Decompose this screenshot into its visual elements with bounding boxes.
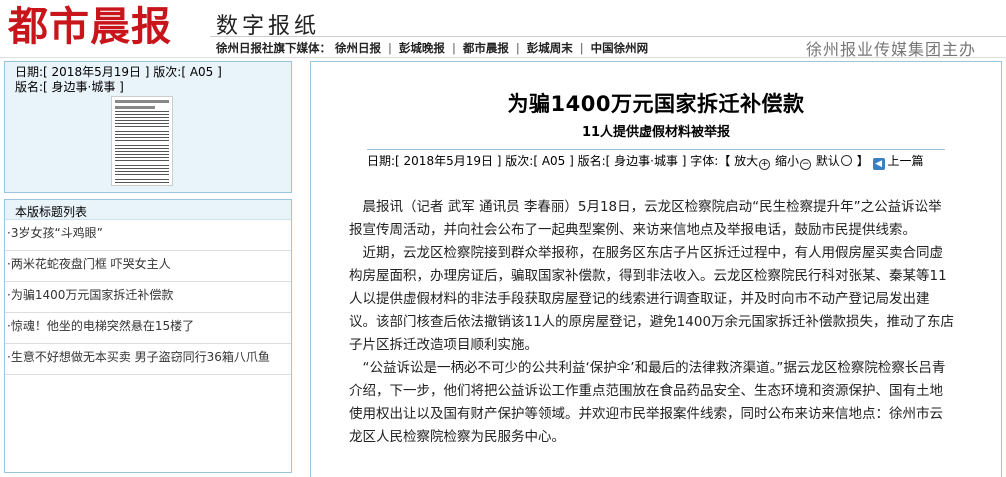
headline-link[interactable]: ·生意不好想做无本买卖 男子盗窃同行36箱八爪鱼	[7, 350, 270, 364]
article-title: 为骗1400万元国家拆迁补偿款	[507, 92, 805, 116]
article-paragraph: “公益诉讼是一柄必不可少的公共利益‘保护伞’和最后的法律救济渠道。”据云龙区检察…	[349, 360, 946, 445]
article-meta-info: 日期:[ 2018年5月19日 ] 版次:[ A05 ] 版名:[ 身边事·城事…	[367, 154, 731, 168]
page-thumbnail[interactable]	[111, 96, 173, 186]
font-zoom-out-button[interactable]: 缩小 −	[775, 152, 812, 170]
media-link-pengcheng-weekend[interactable]: 彭城周末	[527, 41, 573, 55]
media-link-xuzhou-daily[interactable]: 徐州日报	[335, 41, 381, 55]
site-header: 都市晨报 数字报纸 徐州日报社旗下媒体： 徐州日报 | 彭城晚报 | 都市晨报 …	[0, 0, 1006, 59]
back-arrow-icon: ◀	[872, 158, 885, 170]
headline-link[interactable]: ·两米花蛇夜盘门框 吓哭女主人	[7, 257, 171, 271]
media-link-pengcheng-evening[interactable]: 彭城晚报	[399, 41, 445, 55]
site-logo[interactable]: 都市晨报	[8, 4, 172, 50]
article-panel: 为骗1400万元国家拆迁补偿款 11人提供虚假材料被举报 日期:[ 2018年5…	[310, 61, 1002, 477]
list-item[interactable]: ·惊魂！他坐的电梯突然悬在15楼了	[5, 313, 291, 344]
article-subtitle: 11人提供虚假材料被举报	[581, 125, 731, 140]
sidebar: 日期:[ 2018年5月19日 ] 版次:[ A05 ] 版名:[ 身边事·城事…	[4, 61, 292, 473]
publisher-group: 徐州报业传媒集团主办	[805, 40, 976, 59]
article-paragraph: 近期，云龙区检察院接到群众举报称，在服务区东店子片区拆迁过程中，有人用假房屋买卖…	[349, 245, 955, 353]
article-body: 晨报讯（记者 武军 通讯员 李春丽）5月18日，云龙区检察院启动“民生检察提升年…	[349, 196, 955, 449]
article-paragraph: 晨报讯（记者 武军 通讯员 李春丽）5月18日，云龙区检察院启动“民生检察提升年…	[349, 199, 942, 238]
list-item[interactable]: ·3岁女孩“斗鸡眼”	[5, 220, 291, 251]
separator: |	[451, 41, 456, 55]
list-item[interactable]: ·生意不好想做无本买卖 男子盗窃同行36箱八爪鱼	[5, 344, 291, 375]
circle-icon	[840, 155, 852, 166]
minus-icon: −	[800, 159, 812, 170]
font-zoom-in-button[interactable]: 放大 +	[734, 152, 771, 170]
separator: |	[515, 41, 520, 55]
page-section-line: 版名:[ 身边事·城事 ]	[15, 80, 124, 94]
list-item[interactable]: ·两米花蛇夜盘门框 吓哭女主人	[5, 251, 291, 282]
headline-list-title: 本版标题列表	[5, 200, 291, 220]
media-links-row: 徐州日报社旗下媒体： 徐州日报 | 彭城晚报 | 都市晨报 | 彭城周末 | 中…	[216, 40, 648, 56]
list-item[interactable]: ·为骗1400万元国家拆迁补偿款	[5, 282, 291, 313]
media-prefix: 徐州日报社旗下媒体：	[216, 41, 331, 55]
page-date-line: 日期:[ 2018年5月19日 ] 版次:[ A05 ]	[15, 65, 222, 79]
plus-icon: +	[759, 159, 771, 170]
headline-link[interactable]: ·为骗1400万元国家拆迁补偿款	[7, 288, 173, 302]
previous-article-link[interactable]: ◀ 上一篇	[872, 154, 924, 170]
meta-close-bracket: 】	[856, 154, 869, 168]
font-default-button[interactable]: 默认	[816, 152, 853, 169]
media-link-morning-news[interactable]: 都市晨报	[463, 41, 509, 55]
page-info-panel: 日期:[ 2018年5月19日 ] 版次:[ A05 ] 版名:[ 身边事·城事…	[4, 61, 292, 193]
media-link-china-xuzhou[interactable]: 中国徐州网	[591, 41, 649, 55]
separator: |	[388, 41, 392, 55]
headline-link[interactable]: ·3岁女孩“斗鸡眼”	[7, 226, 103, 240]
separator: |	[579, 41, 584, 55]
headline-list-panel: 本版标题列表 ·3岁女孩“斗鸡眼” ·两米花蛇夜盘门框 吓哭女主人 ·为骗140…	[4, 199, 292, 473]
article-meta-bar: 日期:[ 2018年5月19日 ] 版次:[ A05 ] 版名:[ 身边事·城事…	[367, 149, 945, 170]
headline-link[interactable]: ·惊魂！他坐的电梯突然悬在15楼了	[7, 319, 194, 333]
